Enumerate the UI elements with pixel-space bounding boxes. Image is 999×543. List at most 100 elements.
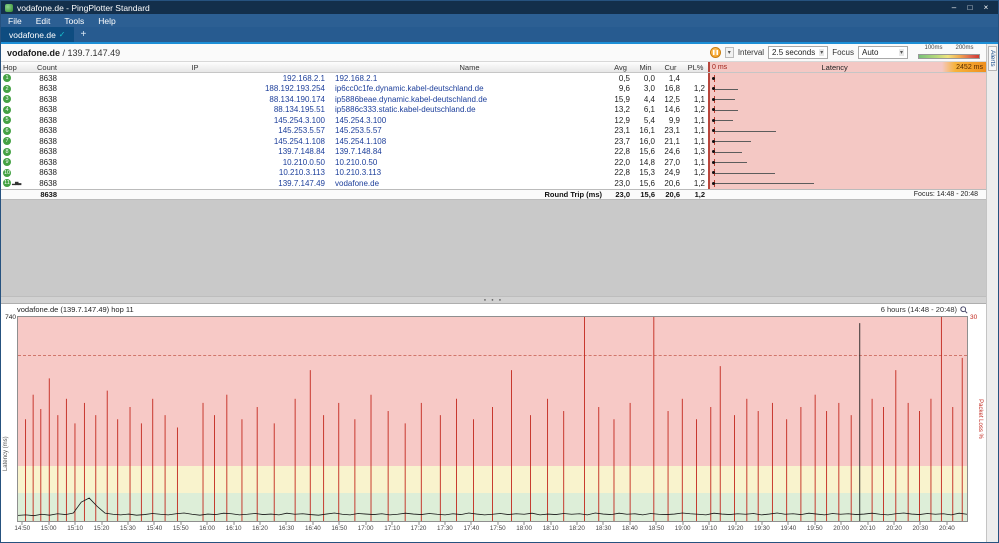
cur-cell: 9,9 xyxy=(668,115,680,125)
cur-cell: 23,1 xyxy=(664,126,680,136)
close-button[interactable]: × xyxy=(978,3,994,12)
trace-controls: ▾ Interval 2.5 seconds ▾ Focus Auto ▾ 10… xyxy=(709,44,980,60)
x-tick-label: 16:10 xyxy=(225,525,242,532)
target-ip: 139.7.147.49 xyxy=(67,47,121,58)
cur-cell: 24,9 xyxy=(664,168,680,178)
header-latency: 0 ms Latency 2452 ms xyxy=(708,62,986,72)
table-header: Hop Count IP Name Avg Min Cur PL% 0 ms L… xyxy=(1,62,986,73)
new-tab-button[interactable]: + xyxy=(74,27,94,42)
hop-cell: 8 xyxy=(1,147,29,158)
menu-help[interactable]: Help xyxy=(91,14,122,27)
table-row[interactable]: 5 8638 145.254.3.100 145.254.3.100 12,9 5,4 9,… xyxy=(1,115,986,126)
timeline-section: vodafone.de (139.7.147.49) hop 11 6 hour… xyxy=(1,303,986,542)
y-left-axis-title: Latency (ms) xyxy=(3,436,9,471)
count-cell: 8638 xyxy=(39,84,57,94)
latency-whisker xyxy=(713,141,751,143)
minimize-button[interactable]: – xyxy=(946,3,962,12)
x-tick-label: 18:10 xyxy=(542,525,559,532)
count-cell: 8638 xyxy=(39,126,57,136)
table-row[interactable]: 7 8638 145.254.1.108 145.254.1.108 23,7 16,0 2… xyxy=(1,136,986,147)
table-row[interactable]: 1 8638 192.168.2.1 192.168.2.1 0,5 0,0 1,4 xyxy=(1,73,986,84)
pause-button[interactable] xyxy=(709,47,721,58)
cur-cell: 1,4 xyxy=(668,73,680,83)
hop-badge: 11 xyxy=(3,179,11,188)
interval-select[interactable]: 2.5 seconds ▾ xyxy=(768,46,829,59)
chevron-down-icon: ▾ xyxy=(898,49,904,56)
x-tick-label: 20:20 xyxy=(886,525,902,532)
legend-gradient-bar xyxy=(918,53,980,59)
header-cur: Cur xyxy=(664,62,677,72)
latency-whisker xyxy=(713,120,734,122)
latency-scale-legend: 100ms 200ms xyxy=(918,44,980,60)
maximize-button[interactable]: □ xyxy=(962,3,978,12)
pl-cell: 1,1 xyxy=(693,94,705,104)
x-tick-label: 16:30 xyxy=(278,525,295,532)
hop-cell: 7 xyxy=(1,136,29,147)
timeline-bottom-padding xyxy=(1,536,986,542)
x-tick-label: 19:30 xyxy=(754,525,770,532)
focus-select[interactable]: Auto ▾ xyxy=(858,46,908,59)
zoom-icon[interactable] xyxy=(960,305,968,314)
x-tick-label: 17:10 xyxy=(384,525,400,532)
latency-whisker xyxy=(713,183,814,185)
x-tick-label: 16:50 xyxy=(331,525,348,532)
latency-cell xyxy=(708,167,986,178)
target-bar: vodafone.de / 139.7.147.49 ▾ Interval 2.… xyxy=(1,44,986,62)
table-row[interactable]: 9 8638 10.210.0.50 10.210.0.50 22,0 14,8 27,0 1… xyxy=(1,157,986,168)
count-cell: 8638 xyxy=(39,147,57,157)
cur-cell: 27,0 xyxy=(664,157,680,167)
header-avg: Avg xyxy=(614,62,627,72)
legend-100ms: 100ms xyxy=(924,44,943,51)
y-right-axis-title: Packet Loss % xyxy=(977,398,983,439)
tab-vodafone[interactable]: vodafone.de ✓ xyxy=(1,27,74,42)
graph-indicator-icon: ▂▅▃ xyxy=(12,180,21,185)
menu-file[interactable]: File xyxy=(1,14,29,27)
table-row[interactable]: 4 8638 88.134.195.51 ip5886c333.static.kabe… xyxy=(1,104,986,115)
x-tick-label: 19:20 xyxy=(727,525,744,532)
table-row[interactable]: 11 ▂▅▃ 8638 139.7.147.49 vodafone.de 23,0 15,6… xyxy=(1,178,986,189)
tab-label: vodafone.de xyxy=(9,29,56,40)
trace-rows: 1 8638 192.168.2.1 192.168.2.1 0,5 0,0 1,4 2 863… xyxy=(1,73,986,189)
pane-splitter[interactable]: ● ● ● xyxy=(1,295,986,304)
name-cell: 139.7.148.84 xyxy=(335,147,382,157)
latency-max-label: 2452 ms xyxy=(942,62,986,72)
hop-badge: 6 xyxy=(3,126,11,135)
splitter-grip-icon: ● ● ● xyxy=(483,297,504,302)
cur-cell: 20,6 xyxy=(664,178,680,188)
table-row[interactable]: 3 8638 88.134.190.174 ip5886beae.dynamic.ka… xyxy=(1,94,986,105)
latency-title: Latency xyxy=(821,62,848,72)
avg-cell: 0,5 xyxy=(618,73,630,83)
hop-badge: 9 xyxy=(3,158,11,167)
cur-cell: 21,1 xyxy=(664,136,680,146)
latency-avg-dot xyxy=(712,76,716,80)
empty-panel xyxy=(1,199,986,296)
latency-cell xyxy=(708,136,986,147)
timeline-plot[interactable] xyxy=(17,315,968,522)
header-name: Name xyxy=(459,62,480,72)
menu-edit[interactable]: Edit xyxy=(29,14,58,27)
table-row[interactable]: 10 8638 10.210.3.113 10.210.3.113 22,8 15,3 24… xyxy=(1,167,986,178)
menu-tools[interactable]: Tools xyxy=(57,14,91,27)
x-tick-label: 14:50 xyxy=(14,525,31,532)
table-row[interactable]: 6 8638 145.253.5.57 145.253.5.57 23,1 16,1 23,… xyxy=(1,125,986,136)
min-cell: 15,6 xyxy=(639,147,655,157)
x-tick-label: 20:10 xyxy=(859,525,876,532)
alerts-tab[interactable]: Alerts xyxy=(988,46,997,71)
pl-cell: 1,2 xyxy=(693,178,705,188)
latency-whisker xyxy=(713,109,738,111)
pause-dropdown-icon[interactable]: ▾ xyxy=(724,47,734,58)
window: vodafone.de - PingPlotter Standard – □ ×… xyxy=(0,0,999,543)
pl-cell: 1,1 xyxy=(693,136,705,146)
x-tick-label: 17:50 xyxy=(489,525,506,532)
table-row[interactable]: 8 8638 139.7.148.84 139.7.148.84 22,8 15,6 24,… xyxy=(1,146,986,158)
pl-cell: 1,1 xyxy=(693,157,705,167)
avg-cell: 22,8 xyxy=(614,147,630,157)
latency-whisker xyxy=(713,162,747,164)
x-tick-label: 18:20 xyxy=(569,525,585,532)
summary-focus: Focus: 14:48 - 20:48 xyxy=(708,189,986,199)
pause-icon xyxy=(712,50,718,55)
target-separator: / xyxy=(60,47,68,58)
table-row[interactable]: 2 8638 188.192.193.254 ip6cc0c1fe.dynamic.k… xyxy=(1,83,986,94)
name-cell: 192.168.2.1 xyxy=(335,73,378,83)
tab-bar: vodafone.de ✓ + xyxy=(1,27,998,42)
